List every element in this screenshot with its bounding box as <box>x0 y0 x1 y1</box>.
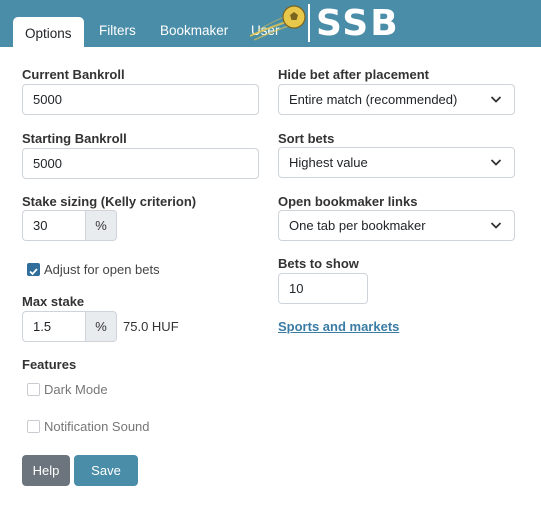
chevron-down-icon <box>490 222 502 229</box>
logo-text: SSB <box>316 3 400 44</box>
checkmark-icon <box>29 268 38 276</box>
hide-bet-value: Entire match (recommended) <box>289 92 458 107</box>
current-bankroll-label: Current Bankroll <box>22 67 125 82</box>
sort-bets-label: Sort bets <box>278 131 335 146</box>
features-label: Features <box>22 357 77 372</box>
max-stake-percent-addon: % <box>85 311 117 342</box>
adjust-open-bets-checkbox[interactable] <box>27 263 40 276</box>
logo-divider <box>308 4 310 42</box>
tab-filters[interactable]: Filters <box>99 15 136 47</box>
stake-sizing-percent-addon: % <box>85 210 117 241</box>
open-links-select[interactable]: One tab per bookmaker <box>278 210 515 241</box>
soccer-ball-logo-icon <box>249 5 306 41</box>
notification-sound-label: Notification Sound <box>44 419 150 434</box>
header-bar: Options Filters Bookmaker User SSB <box>0 0 541 47</box>
notification-sound-checkbox[interactable] <box>27 420 40 433</box>
hide-bet-label: Hide bet after placement <box>278 67 429 82</box>
adjust-open-bets-label: Adjust for open bets <box>44 262 160 277</box>
tab-bookmaker[interactable]: Bookmaker <box>160 15 228 47</box>
sort-bets-value: Highest value <box>289 155 368 170</box>
open-links-value: One tab per bookmaker <box>289 218 426 233</box>
max-stake-input[interactable]: 1.5 <box>22 311 85 342</box>
bets-to-show-label: Bets to show <box>278 256 359 271</box>
max-stake-label: Max stake <box>22 294 85 309</box>
stake-sizing-label: Stake sizing (Kelly criterion) <box>22 194 197 209</box>
dark-mode-label: Dark Mode <box>44 382 108 397</box>
sort-bets-select[interactable]: Highest value <box>278 147 515 178</box>
open-links-label: Open bookmaker links <box>278 194 418 209</box>
current-bankroll-input[interactable]: 5000 <box>22 84 259 115</box>
stake-sizing-input[interactable]: 30 <box>22 210 85 241</box>
bets-to-show-input[interactable]: 10 <box>278 273 368 304</box>
save-button[interactable]: Save <box>74 455 138 486</box>
help-button[interactable]: Help <box>22 455 70 486</box>
chevron-down-icon <box>490 96 502 103</box>
starting-bankroll-label: Starting Bankroll <box>22 131 127 146</box>
hide-bet-select[interactable]: Entire match (recommended) <box>278 84 515 115</box>
chevron-down-icon <box>490 159 502 166</box>
dark-mode-checkbox[interactable] <box>27 383 40 396</box>
tab-options[interactable]: Options <box>13 17 84 47</box>
starting-bankroll-input[interactable]: 5000 <box>22 148 259 179</box>
sports-and-markets-link[interactable]: Sports and markets <box>278 319 399 334</box>
max-stake-converted: 75.0 HUF <box>123 319 179 334</box>
